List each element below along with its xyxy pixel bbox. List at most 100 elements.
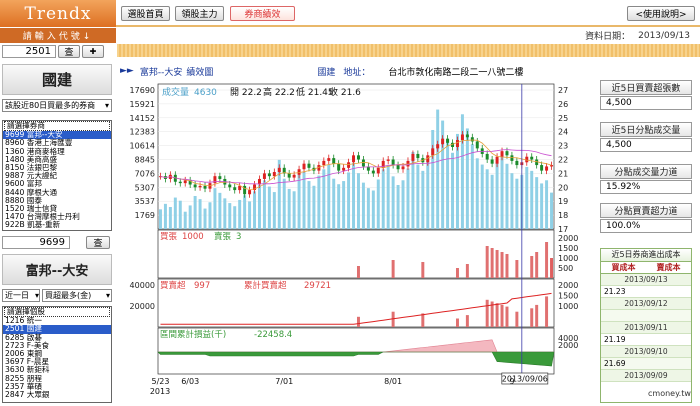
net-bar [545, 296, 549, 327]
volume-value: 4630 [194, 88, 217, 98]
volume-bar [510, 173, 514, 229]
cost-table-columns: 買成本 賣成本 [601, 262, 691, 274]
list-item[interactable]: 1160 日盛 [3, 229, 111, 230]
volume-bar [213, 188, 217, 229]
volume-bar [550, 192, 554, 229]
candle-body [376, 167, 380, 174]
candle-body [505, 151, 509, 156]
volume-bar [158, 209, 162, 229]
volume-bar [193, 195, 197, 229]
volume-bar [421, 170, 425, 229]
x-tick-label: 9 [509, 377, 514, 386]
nav-broker-performance[interactable]: 券商績效 [230, 6, 295, 21]
candle-body [302, 163, 306, 170]
candle-body [470, 137, 474, 142]
period-select[interactable]: 近一日 ▾ [2, 289, 40, 302]
trendx-logo[interactable]: Trendx [0, 0, 116, 27]
candle-body [490, 159, 494, 164]
candle-body [495, 156, 499, 164]
net-bar [465, 315, 469, 327]
volume-tick-label: 15921 [130, 100, 155, 109]
buy-bar [421, 262, 425, 278]
price-tick-label: 22 [558, 156, 568, 165]
volume-bar [307, 181, 311, 229]
stat-value-net-power: 100.0% [600, 219, 692, 233]
candle-body [356, 155, 360, 160]
volume-tick-label: 10614 [130, 142, 155, 151]
volume-bar [188, 205, 192, 229]
volume-bar [540, 183, 544, 229]
volume-bar [163, 203, 167, 229]
help-button[interactable]: <使用說明> [627, 6, 695, 21]
broker-code-input[interactable]: 9699 [2, 236, 70, 249]
add-stock-button[interactable]: ✚ [82, 45, 104, 58]
volume-bar [416, 164, 420, 229]
broker-list[interactable]: 請選擇券商 9699 富邦--大安 8960 香港上海匯豐 1360 港商麥格理 148… [2, 120, 112, 231]
volume-tick-label: 1769 [135, 211, 155, 220]
stat-label-vol5: 近5日分點成交量 [600, 122, 692, 137]
candle-body [228, 184, 232, 188]
volume-bar [361, 182, 365, 229]
sort-select[interactable]: 買超最多(金) ▾ [42, 289, 112, 302]
x-year-label: 2013 [150, 387, 170, 396]
volume-bar [465, 128, 469, 229]
cost-row: 21.23 [601, 286, 691, 298]
volume-bar [332, 178, 336, 229]
broker-filter-select[interactable]: 該股近80日買最多的券商 ▾ [2, 99, 112, 112]
stock-list[interactable]: 請選擇個股 1216 統一 2501 國建 6285 啟碁 2723 F-美食 2006 … [2, 306, 112, 403]
nav-stock-home[interactable]: 選股首頁 [121, 6, 170, 21]
candle-body [327, 158, 331, 161]
cum-tick-label: 40000 [130, 281, 155, 290]
buy-bar [485, 246, 489, 278]
volume-bar [297, 174, 301, 229]
candle-body [386, 159, 390, 161]
watermark: cmoney.tw [648, 389, 691, 398]
volume-bar [267, 186, 271, 229]
price-tick-label: 21 [558, 169, 568, 178]
nav-main-force[interactable]: 領股主力 [175, 6, 224, 21]
volume-tick-label: 5307 [135, 183, 155, 192]
price-open-label: 開 22.2 [230, 87, 262, 98]
volume-bar [371, 190, 375, 229]
col-buy-cost: 買成本 [611, 263, 636, 272]
candle-body [411, 153, 415, 161]
candle-body [277, 167, 281, 173]
performance-chart[interactable]: 1769 3537 5307 7076 8845 10614 12383 14152 15921… [118, 82, 596, 403]
volume-bar [262, 180, 266, 229]
volume-bar [282, 178, 286, 229]
cost-row [601, 310, 691, 322]
net-label: 買賣超 [160, 280, 186, 291]
net-bar [495, 303, 499, 327]
volume-bar [530, 170, 534, 229]
candle-body [307, 163, 311, 168]
candle-body [342, 167, 346, 171]
data-date-value: 2013/09/13 [638, 30, 690, 41]
buy-label: 買張 [160, 232, 178, 242]
list-item[interactable]: 2847 大眾銀 [3, 390, 111, 399]
candle-body [243, 185, 247, 195]
candle-body [530, 156, 534, 160]
volume-tick-label: 17690 [130, 86, 155, 95]
broker-title: 富邦--大安 [2, 254, 112, 285]
candle-body [287, 173, 291, 178]
cum-tick-label: 20000 [130, 302, 155, 311]
buy-bar [545, 242, 549, 278]
volume-bar [287, 188, 291, 229]
candle-body [460, 134, 464, 141]
volume-bar [376, 179, 380, 229]
buy-bar [535, 252, 539, 278]
candle-body [401, 166, 405, 170]
x-tick-label: 7/01 [275, 377, 293, 386]
candle-body [441, 138, 445, 145]
buy-bar [356, 266, 360, 278]
volume-bar [243, 195, 247, 229]
volume-bar [475, 158, 479, 229]
volume-bar [168, 206, 172, 229]
buy-tick-label: 2000 [558, 234, 578, 243]
broker-search-button[interactable]: 查 [86, 236, 110, 249]
stock-search-button[interactable]: 查 [58, 45, 80, 58]
header-broker-name: 富邦--大安 [139, 67, 183, 78]
price-tick-label: 20 [558, 183, 568, 192]
volume-bar [342, 181, 346, 229]
stock-code-input[interactable]: 2501 [2, 45, 56, 58]
